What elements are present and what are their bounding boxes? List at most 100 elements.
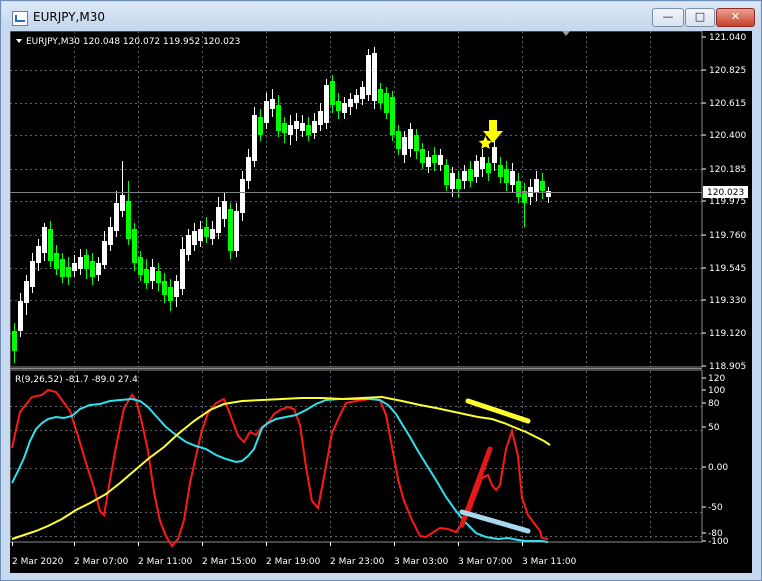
candle-body (450, 173, 455, 189)
candlesticks (12, 47, 551, 363)
candle-body (546, 191, 551, 197)
candle-body (432, 155, 437, 163)
candle-body (438, 155, 443, 165)
candle-body (174, 281, 179, 297)
candle-body (114, 203, 119, 231)
candle-body (366, 55, 371, 95)
candle-body (162, 281, 167, 295)
candle-body (402, 137, 407, 155)
minimize-button[interactable]: — (652, 8, 684, 27)
indicator-tick-label: 80 (708, 399, 720, 409)
candle-body (48, 229, 53, 261)
candle-body (126, 201, 131, 239)
candle-body (96, 263, 101, 275)
candle-body (18, 301, 23, 331)
candle-body (66, 267, 71, 277)
candle-body (498, 165, 503, 177)
candle-body (276, 105, 281, 131)
candle-body (324, 85, 329, 123)
price-header-text: EURJPY,M30 120.048 120.072 119.952 120.0… (26, 37, 240, 47)
chart-area[interactable]: EURJPY,M30 120.048 120.072 119.952 120.0… (9, 30, 752, 573)
candle-body (270, 99, 275, 109)
candle-body (396, 131, 401, 149)
candle-body (468, 169, 473, 181)
candle-body (204, 227, 209, 237)
time-tick-label: 3 Mar 03:00 (394, 557, 449, 567)
current-price-tag: 120.023 (703, 186, 748, 198)
price-tick-label: 119.545 (709, 264, 746, 274)
candle-body (108, 227, 113, 245)
candle-body (84, 255, 89, 269)
time-tick-label: 2 Mar 23:00 (330, 557, 385, 567)
candle-body (102, 241, 107, 265)
candle-body (252, 115, 257, 161)
indicator-tick-label: -50 (708, 503, 723, 513)
chart-window-icon (12, 11, 28, 26)
medium-line (11, 397, 549, 543)
yellow-trendline (465, 398, 531, 424)
close-button[interactable]: ✕ (716, 8, 755, 27)
candle-body (444, 165, 449, 185)
candle-body (192, 231, 197, 245)
candle-body (534, 179, 539, 193)
time-axis: 2 Mar 2020 2 Mar 07:00 2 Mar 11:00 2 Mar 15… (12, 542, 577, 567)
signal-marker (478, 120, 503, 149)
current-price-label: 120.023 (707, 188, 744, 198)
candle-body (42, 227, 47, 253)
candle-body (312, 121, 317, 133)
candle-body (54, 253, 59, 269)
time-tick-label: 2 Mar 15:00 (202, 557, 257, 567)
candle-body (132, 229, 137, 263)
indicator-tick-label: 120 (708, 374, 725, 384)
window-title-bar[interactable]: EURJPY,M30 — □ ✕ (2, 2, 760, 31)
candle-body (336, 101, 341, 111)
chart-shift-icon[interactable] (562, 31, 570, 36)
indicator-tick-label: 100 (708, 386, 725, 396)
candle-body (372, 53, 377, 101)
candle-body (30, 261, 35, 287)
candle-body (12, 331, 17, 351)
candle-body (90, 261, 95, 277)
candle-body (330, 81, 335, 105)
candle-body (282, 123, 287, 133)
candle-body (210, 229, 215, 239)
candle-body (150, 267, 155, 281)
price-tick-label: 120.185 (709, 165, 746, 175)
price-header: EURJPY,M30 120.048 120.072 119.952 120.0… (16, 37, 240, 47)
candle-body (216, 207, 221, 233)
candle-body (228, 209, 233, 251)
indicator-tick-label: 50 (708, 423, 720, 433)
candle-body (426, 157, 431, 167)
candle-body (222, 201, 227, 219)
candle-body (348, 99, 353, 107)
candle-body (318, 111, 323, 125)
time-tick-label: 2 Mar 19:00 (266, 557, 321, 567)
candle-body (378, 89, 383, 103)
candle-body (462, 171, 467, 181)
candle-body (474, 161, 479, 177)
caret-down-icon (16, 39, 22, 43)
price-tick-label: 120.400 (709, 131, 746, 141)
price-tick-label: 120.615 (709, 99, 746, 109)
candle-body (294, 121, 299, 129)
candle-body (156, 271, 161, 283)
time-tick-label: 3 Mar 07:00 (458, 557, 513, 567)
time-tick-label: 2 Mar 2020 (12, 557, 64, 567)
candle-body (540, 181, 545, 191)
candle-body (120, 195, 125, 211)
candle-body (300, 123, 305, 131)
candle-body (306, 125, 311, 135)
candle-body (168, 287, 173, 301)
candle-body (36, 246, 41, 263)
candle-body (24, 281, 29, 303)
candle-body (198, 229, 203, 241)
maximize-button[interactable]: □ (685, 8, 715, 27)
price-tick-label: 119.330 (709, 296, 746, 306)
candle-body (414, 135, 419, 151)
window-title: EURJPY,M30 (33, 10, 105, 24)
candle-body (420, 149, 425, 163)
candle-body (258, 117, 263, 135)
candle-body (246, 157, 251, 181)
price-tick-label: 119.975 (709, 197, 746, 207)
candle-body (138, 257, 143, 275)
